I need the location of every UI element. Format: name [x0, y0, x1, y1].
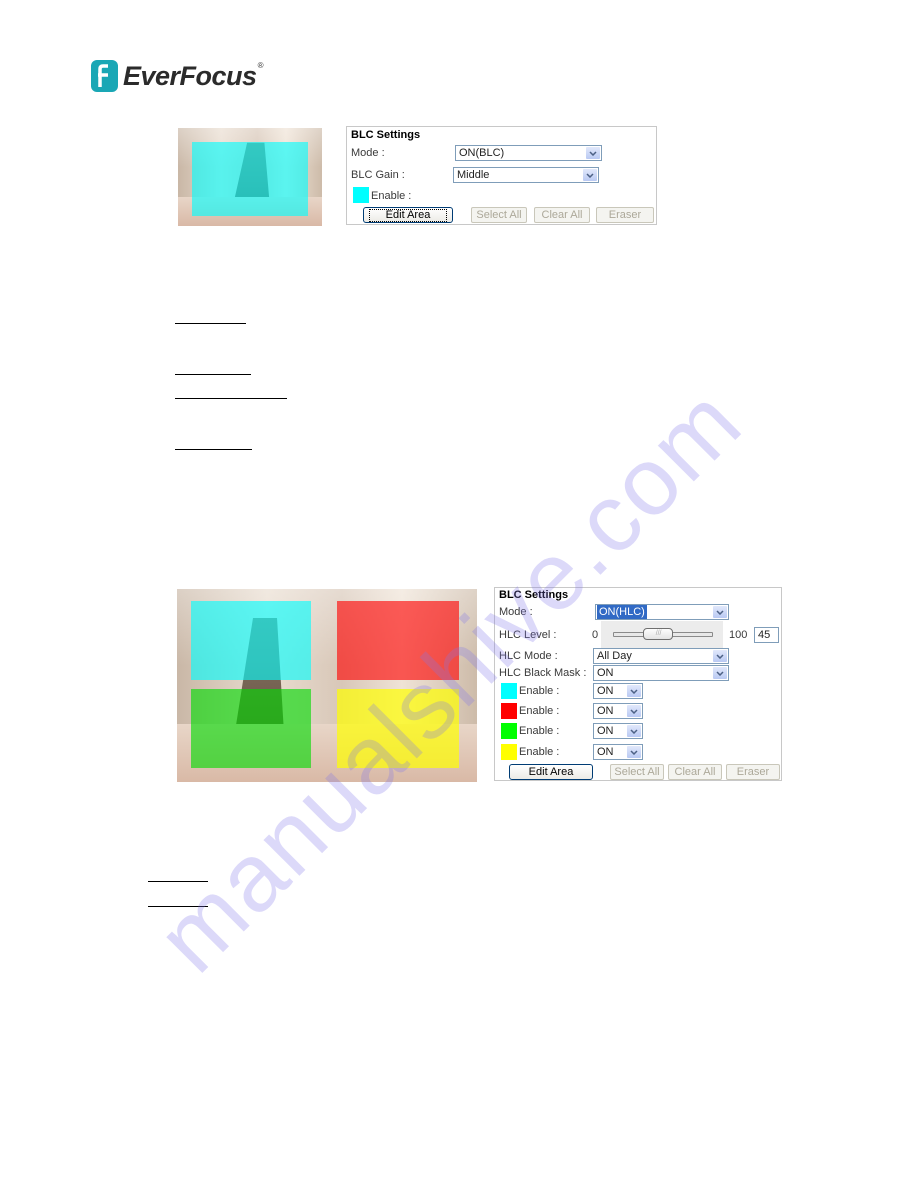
hlc-level-input[interactable]: 45	[754, 627, 779, 643]
zone-enable-label: Enable :	[519, 746, 560, 758]
clear-all-button[interactable]: Clear All	[668, 764, 722, 780]
zone-enable-label: Enable :	[519, 725, 560, 737]
chevron-down-icon[interactable]	[627, 746, 641, 758]
zone-color-swatch-green	[501, 723, 517, 739]
hlc-zone-yellow[interactable]	[337, 689, 459, 768]
brand-name: EverFocus	[123, 60, 257, 91]
hlc-level-max: 100	[729, 629, 748, 641]
blc-settings-panel: BLC Settings Mode : ON(BLC) BLC Gain : M…	[346, 126, 657, 225]
zone-enable-label: Enable :	[371, 190, 412, 202]
zone-enable-select-red[interactable]: ON	[593, 703, 643, 719]
mode-select[interactable]: ON(HLC)	[595, 604, 729, 620]
everfocus-logo: EverFocus ®	[91, 59, 263, 93]
hlc-level-label: HLC Level :	[499, 629, 557, 641]
zone-color-swatch-cyan	[353, 187, 369, 203]
hlc-zone-green[interactable]	[191, 689, 311, 768]
section-underline	[148, 881, 208, 882]
chevron-down-icon[interactable]	[713, 606, 727, 618]
edit-area-button[interactable]: Edit Area	[363, 207, 453, 223]
chevron-down-icon[interactable]	[586, 147, 600, 159]
zone-enable-select-green[interactable]: ON	[593, 723, 643, 739]
panel-title: BLC Settings	[351, 129, 421, 141]
blc-gain-select[interactable]: Middle	[453, 167, 599, 183]
zone-enable-select-yellow[interactable]: ON	[593, 744, 643, 760]
hlc-settings-panel: BLC Settings Mode : ON(HLC) HLC Level : …	[494, 587, 782, 781]
blc-camera-preview[interactable]	[178, 128, 322, 226]
everfocus-f-logo-icon	[91, 60, 118, 92]
chevron-down-icon[interactable]	[627, 705, 641, 717]
hlc-level-min: 0	[592, 629, 599, 641]
select-all-button[interactable]: Select All	[471, 207, 527, 223]
chevron-down-icon[interactable]	[713, 650, 727, 662]
hlc-level-slider-thumb[interactable]: / / /	[643, 628, 674, 640]
mode-select[interactable]: ON(BLC)	[455, 145, 602, 161]
hlc-camera-preview[interactable]	[177, 589, 477, 782]
hlc-mode-select[interactable]: All Day	[593, 648, 729, 664]
edit-area-label: Edit Area	[368, 209, 448, 222]
chevron-down-icon[interactable]	[627, 685, 641, 697]
zone-enable-value: ON	[597, 685, 614, 697]
hlc-black-mask-select[interactable]: ON	[593, 665, 729, 681]
blc-zone-cyan[interactable]	[192, 142, 308, 216]
hlc-mode-label: HLC Mode :	[499, 650, 558, 662]
panel-title: BLC Settings	[499, 589, 569, 601]
clear-all-button[interactable]: Clear All	[534, 207, 590, 223]
hlc-black-mask-value: ON	[597, 667, 614, 679]
chevron-down-icon[interactable]	[627, 725, 641, 737]
zone-color-swatch-yellow	[501, 744, 517, 760]
section-underline	[175, 449, 252, 450]
blc-gain-value: Middle	[457, 169, 490, 181]
hlc-mode-value: All Day	[597, 650, 632, 662]
zone-color-swatch-red	[501, 703, 517, 719]
zone-enable-value: ON	[597, 746, 614, 758]
zone-enable-value: ON	[597, 725, 614, 737]
hlc-zone-cyan[interactable]	[191, 601, 311, 680]
mode-value: ON(BLC)	[459, 147, 505, 159]
zone-enable-label: Enable :	[519, 705, 560, 717]
chevron-down-icon[interactable]	[713, 667, 727, 679]
edit-area-button[interactable]: Edit Area	[509, 764, 593, 780]
chevron-down-icon[interactable]	[583, 169, 597, 181]
mode-label: Mode :	[499, 606, 533, 618]
section-underline	[175, 323, 246, 324]
zone-color-swatch-cyan	[501, 683, 517, 699]
blc-gain-label: BLC Gain :	[351, 169, 405, 181]
zone-enable-label: Enable :	[519, 685, 560, 697]
mode-label: Mode :	[351, 147, 385, 159]
mode-value: ON(HLC)	[597, 605, 647, 619]
eraser-button[interactable]: Eraser	[726, 764, 780, 780]
hlc-zone-red[interactable]	[337, 601, 459, 680]
zone-enable-value: ON	[597, 705, 614, 717]
select-all-button[interactable]: Select All	[610, 764, 664, 780]
registered-mark: ®	[257, 60, 264, 70]
eraser-button[interactable]: Eraser	[596, 207, 654, 223]
section-underline	[148, 906, 208, 907]
section-underline	[175, 374, 251, 375]
section-underline	[175, 398, 287, 399]
zone-enable-select-cyan[interactable]: ON	[593, 683, 643, 699]
hlc-black-mask-label: HLC Black Mask :	[499, 667, 587, 679]
